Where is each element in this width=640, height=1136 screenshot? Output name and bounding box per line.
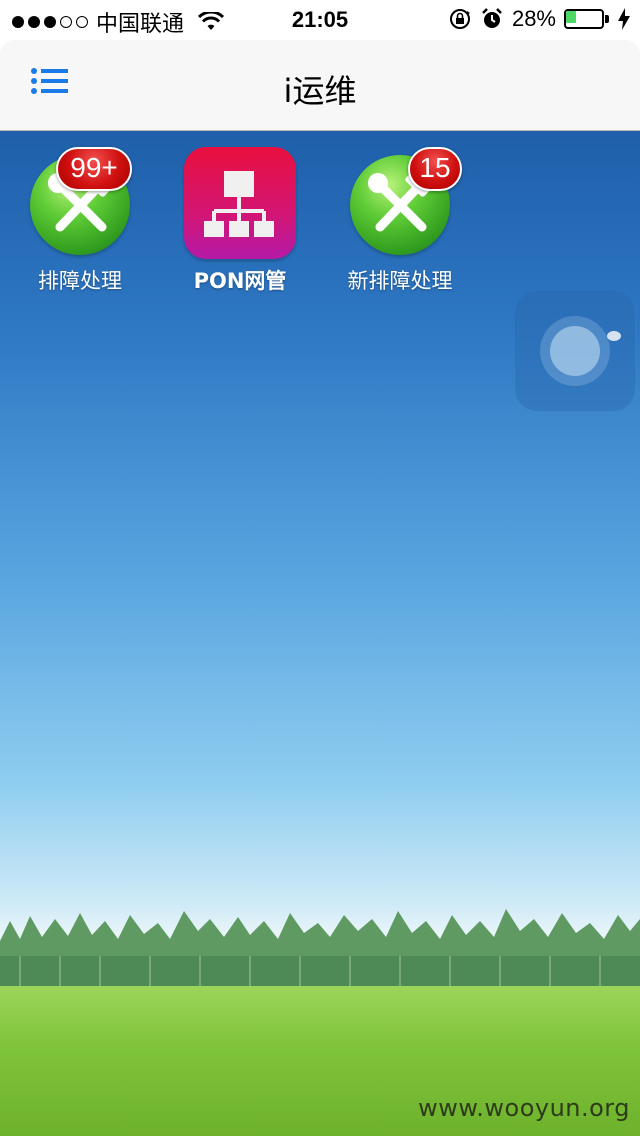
status-bar: 中国联通 21:05 28%: [0, 0, 640, 40]
notification-badge: 15: [408, 147, 462, 191]
assistive-touch-ring: [550, 326, 600, 376]
app-icon[interactable]: 99+: [24, 147, 136, 259]
assistive-touch-glint: [607, 331, 621, 341]
alarm-icon: [482, 8, 502, 28]
app-label: 新排障处理: [347, 269, 453, 293]
network-topology-icon: [184, 147, 296, 259]
status-right: 28%: [448, 6, 630, 32]
app-pon-network[interactable]: PON网管: [160, 147, 320, 295]
charging-bolt-icon: [618, 8, 630, 30]
notification-badge: 99+: [56, 147, 132, 191]
battery-icon: [564, 9, 610, 29]
home-background: 99+ 排障处理 PON网管 15 新排障处理 www.wooyun.org: [0, 131, 640, 1136]
app-label: 排障处理: [38, 269, 122, 293]
nav-bar: i运维: [0, 40, 640, 131]
watermark: www.wooyun.org: [418, 1094, 630, 1122]
app-label: PON网管: [193, 269, 287, 293]
app-icon[interactable]: [184, 147, 296, 259]
app-new-troubleshooting[interactable]: 15 新排障处理: [320, 147, 480, 295]
battery-percent: 28%: [511, 6, 556, 31]
page-title: i运维: [283, 72, 357, 110]
battery-tip: [605, 15, 609, 23]
assistive-touch-button[interactable]: [515, 291, 635, 411]
battery-fill: [566, 11, 576, 23]
app-icon[interactable]: 15: [344, 147, 462, 259]
app-troubleshooting[interactable]: 99+ 排障处理: [0, 147, 160, 295]
rotation-lock-icon: [449, 9, 470, 29]
phone-screen: 中国联通 21:05 28% i运维 99+ 排障处理 PON网管 15 新排障…: [0, 0, 640, 1136]
